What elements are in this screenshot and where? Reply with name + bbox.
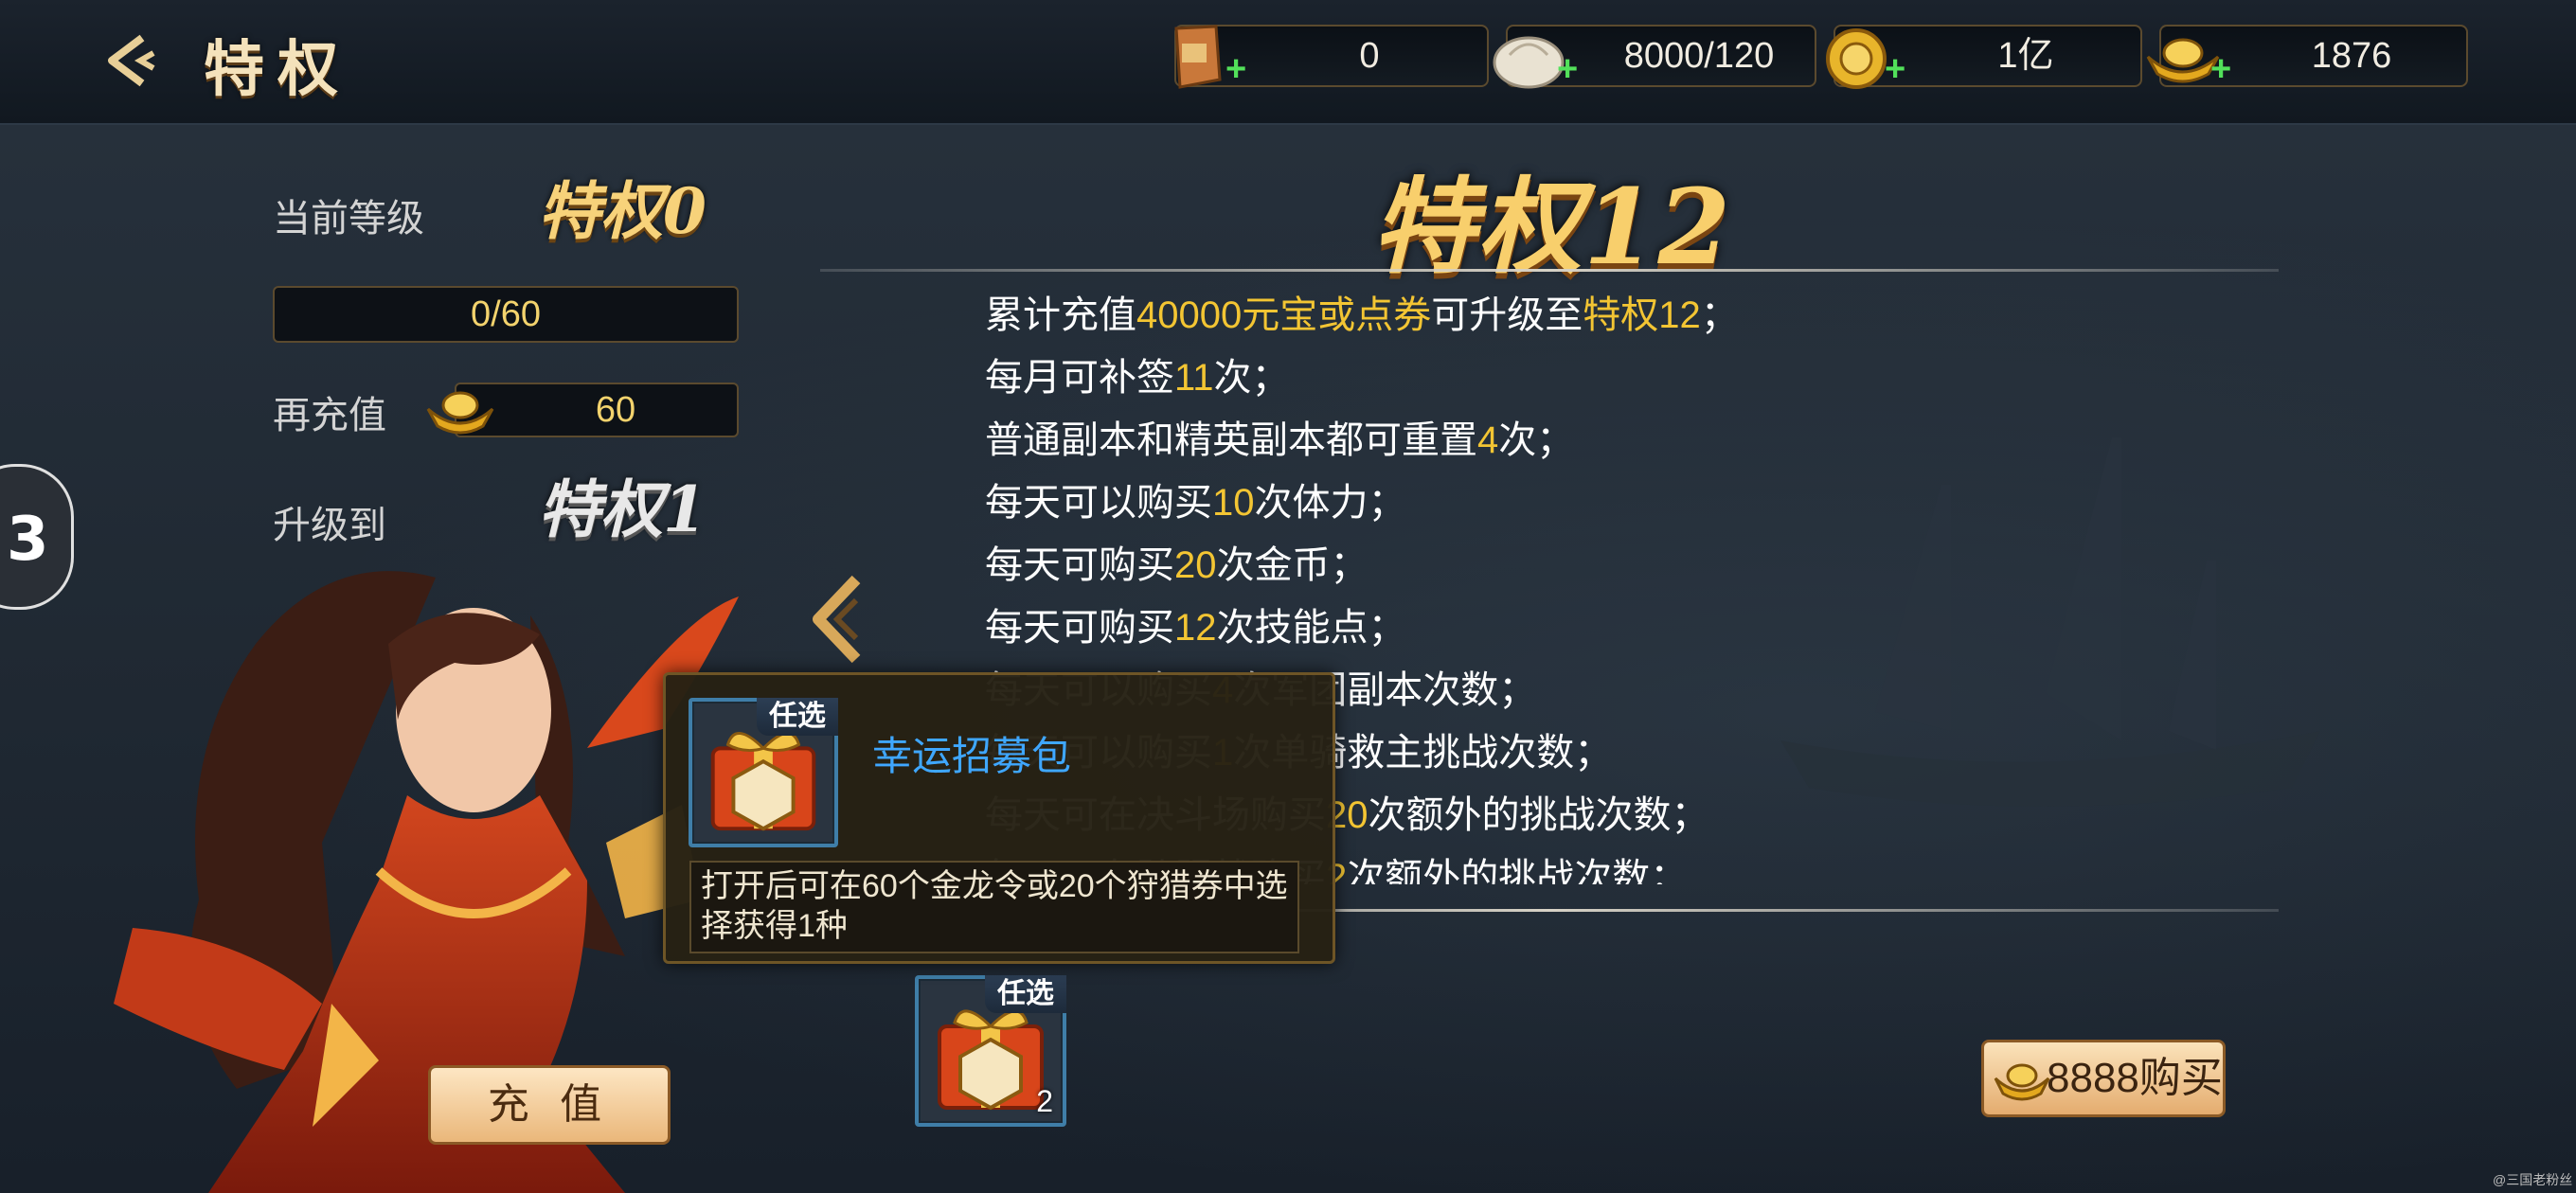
add-bun-button[interactable]: +: [1557, 51, 1578, 87]
benefit-line: 每天可购买20次金币；: [985, 534, 2216, 596]
gold-ingot-icon: [426, 391, 494, 435]
item-tooltip: 任选 幸运招募包 打开后可在60个金龙令或20个狩猎券中选择获得1种: [663, 672, 1335, 964]
benefit-text: ；: [1700, 294, 1739, 336]
benefit-text: 每天可购买: [985, 607, 1174, 649]
benefit-text: 累计充值: [985, 294, 1136, 336]
add-ingot-button[interactable]: +: [2210, 51, 2231, 87]
pick-tag: 任选: [985, 975, 1066, 1013]
reward-item-count: 2: [1036, 1084, 1053, 1118]
ingot-value: 1876: [2311, 36, 2392, 76]
resource-coupon: + 0: [1174, 25, 1489, 89]
benefit-line: 每天可购买12次技能点；: [985, 596, 2216, 659]
benefit-highlight: 11: [1174, 357, 1214, 399]
recharge-amount: 60: [595, 390, 636, 430]
benefit-line: 每月可补签11次；: [985, 347, 2216, 409]
next-vip-level: 特权1: [538, 472, 707, 546]
tooltip-item-name: 幸运招募包: [872, 734, 1072, 778]
resource-bun: + 8000/120: [1493, 25, 1816, 89]
benefit-text: 次额外的挑战次数；: [1347, 857, 1689, 884]
gold-ingot-icon: [1994, 1063, 2050, 1101]
side-badge-number: 3: [7, 505, 49, 575]
benefit-highlight: 40000元宝或点券: [1136, 294, 1432, 336]
benefit-text: 每月可补签: [985, 357, 1174, 399]
previous-level-arrow-icon[interactable]: [811, 574, 864, 665]
resource-ingot: + 1876: [2146, 25, 2468, 87]
coupon-value: 0: [1359, 36, 1380, 76]
benefit-text: 次体力；: [1254, 482, 1406, 524]
top-divider: [820, 269, 2279, 272]
resource-coin: + 1亿: [1826, 25, 2142, 89]
buy-button-label: 8888购买: [2047, 1055, 2223, 1101]
page-title: 特权: [204, 34, 351, 105]
add-coupon-button[interactable]: +: [1225, 51, 1246, 87]
back-arrow-icon: [108, 34, 155, 87]
benefit-text: 次；: [1213, 357, 1290, 399]
benefit-text: 每天可以购买: [985, 482, 1212, 524]
recharge-button[interactable]: 充 值: [428, 1065, 671, 1145]
upgrade-to-label: 升级到: [273, 505, 386, 546]
buy-button[interactable]: 8888购买: [1981, 1040, 2226, 1117]
recharge-more-label: 再充值: [273, 395, 386, 436]
benefit-text: 次金币；: [1216, 544, 1368, 586]
benefit-text: 次技能点；: [1216, 607, 1406, 649]
back-button[interactable]: [104, 32, 170, 89]
benefit-highlight: 10: [1212, 482, 1255, 524]
benefit-highlight: 特权12: [1583, 294, 1701, 336]
benefit-text: 可升级至: [1431, 294, 1583, 336]
watermark: @三国老粉丝: [2493, 1172, 2573, 1187]
benefit-line: 普通副本和精英副本都可重置4次；: [985, 409, 2216, 472]
benefit-text: 次额外的挑战次数；: [1368, 794, 1709, 836]
current-level-label: 当前等级: [273, 198, 424, 240]
vip-progress-bar: 0/60: [273, 286, 739, 343]
benefit-highlight: 12: [1174, 607, 1217, 649]
tooltip-item-description: 打开后可在60个金龙令或20个狩猎券中选择获得1种: [689, 861, 1299, 953]
benefit-line: 每天可以购买10次体力；: [985, 472, 2216, 534]
side-event-badge[interactable]: 3: [0, 464, 74, 610]
reward-item-slot[interactable]: 任选 2: [915, 975, 1066, 1127]
benefit-text: 普通副本和精英副本都可重置: [985, 419, 1477, 461]
tooltip-item-icon: 任选: [689, 698, 838, 847]
tooltip-pick-tag: 任选: [757, 698, 838, 736]
vip-progress-text: 0/60: [471, 294, 541, 334]
coin-value: 1亿: [1997, 36, 2054, 76]
benefit-text: 次；: [1498, 419, 1575, 461]
recharge-amount-box: 60: [455, 383, 739, 437]
benefit-highlight: 4: [1477, 419, 1499, 461]
benefit-line: 累计充值40000元宝或点券可升级至特权12；: [985, 284, 2216, 347]
benefit-highlight: 20: [1174, 544, 1217, 586]
add-coin-button[interactable]: +: [1885, 51, 1905, 87]
bun-value: 8000/120: [1623, 36, 1775, 76]
benefit-text: 每天可购买: [985, 544, 1174, 586]
current-vip-level: 特权0: [538, 174, 707, 248]
